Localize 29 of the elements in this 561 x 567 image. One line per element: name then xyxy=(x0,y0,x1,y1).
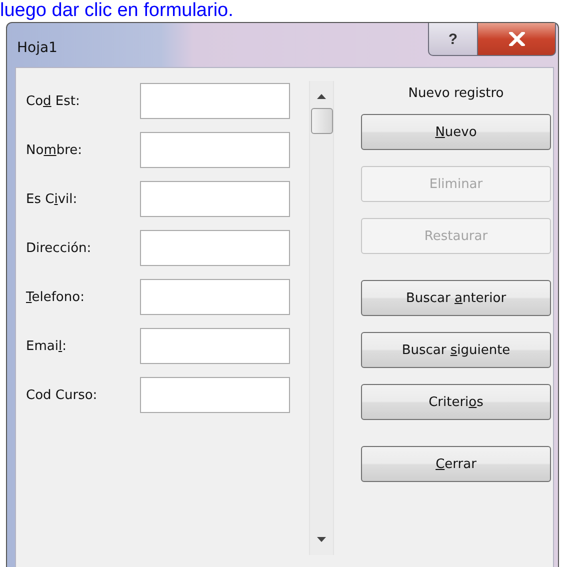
field-label: Email: xyxy=(26,338,68,354)
scroll-thumb[interactable] xyxy=(310,108,332,134)
close-button[interactable] xyxy=(478,23,556,56)
input-field[interactable] xyxy=(140,377,290,413)
input-field[interactable] xyxy=(140,181,290,217)
input-field[interactable] xyxy=(140,132,290,168)
field-label: Telefono: xyxy=(26,290,86,304)
field-label: Cod Curso: xyxy=(26,388,98,402)
field-label: Nombre: xyxy=(26,142,84,158)
record-status: Nuevo registro xyxy=(407,86,505,101)
input-field[interactable] xyxy=(140,328,290,364)
scroll-up-icon[interactable] xyxy=(317,94,326,99)
action-button[interactable]: Buscar siguiente xyxy=(361,332,551,368)
input-field[interactable] xyxy=(140,279,290,315)
action-button[interactable]: Buscar anterior xyxy=(361,280,551,316)
close-icon xyxy=(508,32,524,46)
help-button[interactable]: ? xyxy=(428,23,478,56)
caption-text: luego dar clic en formulario. xyxy=(0,0,234,22)
scroll-down-icon[interactable] xyxy=(317,537,326,542)
field-label: Dirección: xyxy=(26,240,92,256)
window-title: Hoja1 xyxy=(17,40,58,56)
input-field[interactable] xyxy=(140,83,290,119)
field-label: Es Civil: xyxy=(26,192,78,206)
field-label: Cod Est: xyxy=(26,94,81,108)
input-field[interactable] xyxy=(140,230,290,266)
action-button[interactable]: Cerrar xyxy=(361,446,551,482)
action-button[interactable]: Nuevo xyxy=(361,114,551,150)
action-button[interactable]: Criterios xyxy=(361,384,551,420)
scrollbar[interactable] xyxy=(309,81,334,555)
